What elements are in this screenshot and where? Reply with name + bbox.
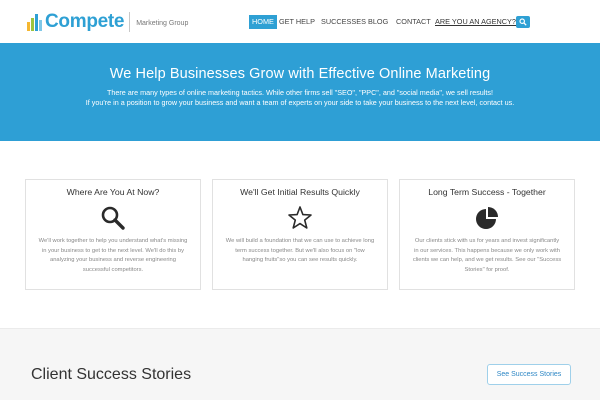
logo-divider: [129, 12, 131, 32]
hero-title: We Help Businesses Grow with Effective O…: [109, 66, 491, 82]
nav-get-help[interactable]: GET HELP: [279, 15, 315, 29]
hero-text-line-2: If you're in a position to grow your bus…: [85, 98, 515, 107]
logo[interactable]: Compete Marketing Group: [27, 11, 188, 33]
feature-card-long-term: Long Term Success - Together Our clients…: [399, 179, 575, 290]
feature-card-title: We'll Get Initial Results Quickly: [240, 187, 360, 197]
success-stories-section: Client Success Stories See Success Stori…: [0, 328, 600, 400]
feature-card-text: Our clients stick with us for years and …: [412, 238, 562, 273]
logo-bars-icon: [27, 13, 42, 31]
search-button[interactable]: [516, 16, 530, 28]
logo-name: Compete: [45, 11, 125, 32]
hero-text-line-1: There are many types of online marketing…: [106, 88, 493, 97]
site-header: Compete Marketing Group HOME GET HELP SU…: [0, 0, 600, 43]
star-icon: [288, 206, 312, 229]
logo-tagline: Marketing Group: [136, 19, 189, 27]
nav-blog[interactable]: BLOG: [368, 15, 388, 29]
feature-card-title: Where Are You At Now?: [66, 187, 160, 197]
nav-successes[interactable]: SUCCESSES: [321, 15, 366, 29]
pie-chart-icon: [476, 207, 498, 229]
feature-card-assessment: Where Are You At Now? We'll work togethe…: [25, 179, 201, 290]
feature-card-text: We'll work together to help you understa…: [38, 238, 188, 273]
magnifier-icon: [101, 206, 125, 230]
nav-contact[interactable]: CONTACT: [396, 15, 431, 29]
nav-agency[interactable]: ARE YOU AN AGENCY?: [435, 15, 516, 29]
feature-card-title: Long Term Success - Together: [428, 187, 546, 197]
features-section: Where Are You At Now? We'll work togethe…: [0, 141, 600, 328]
section-title: Client Success Stories: [31, 366, 192, 383]
search-icon: [519, 18, 527, 26]
see-success-stories-button[interactable]: See Success Stories: [487, 364, 571, 385]
hero-banner: We Help Businesses Grow with Effective O…: [0, 43, 600, 141]
nav-home[interactable]: HOME: [249, 15, 277, 29]
feature-card-quick-results: We'll Get Initial Results Quickly We wil…: [212, 179, 388, 290]
feature-card-text: We will build a foundation that we can u…: [225, 238, 375, 263]
